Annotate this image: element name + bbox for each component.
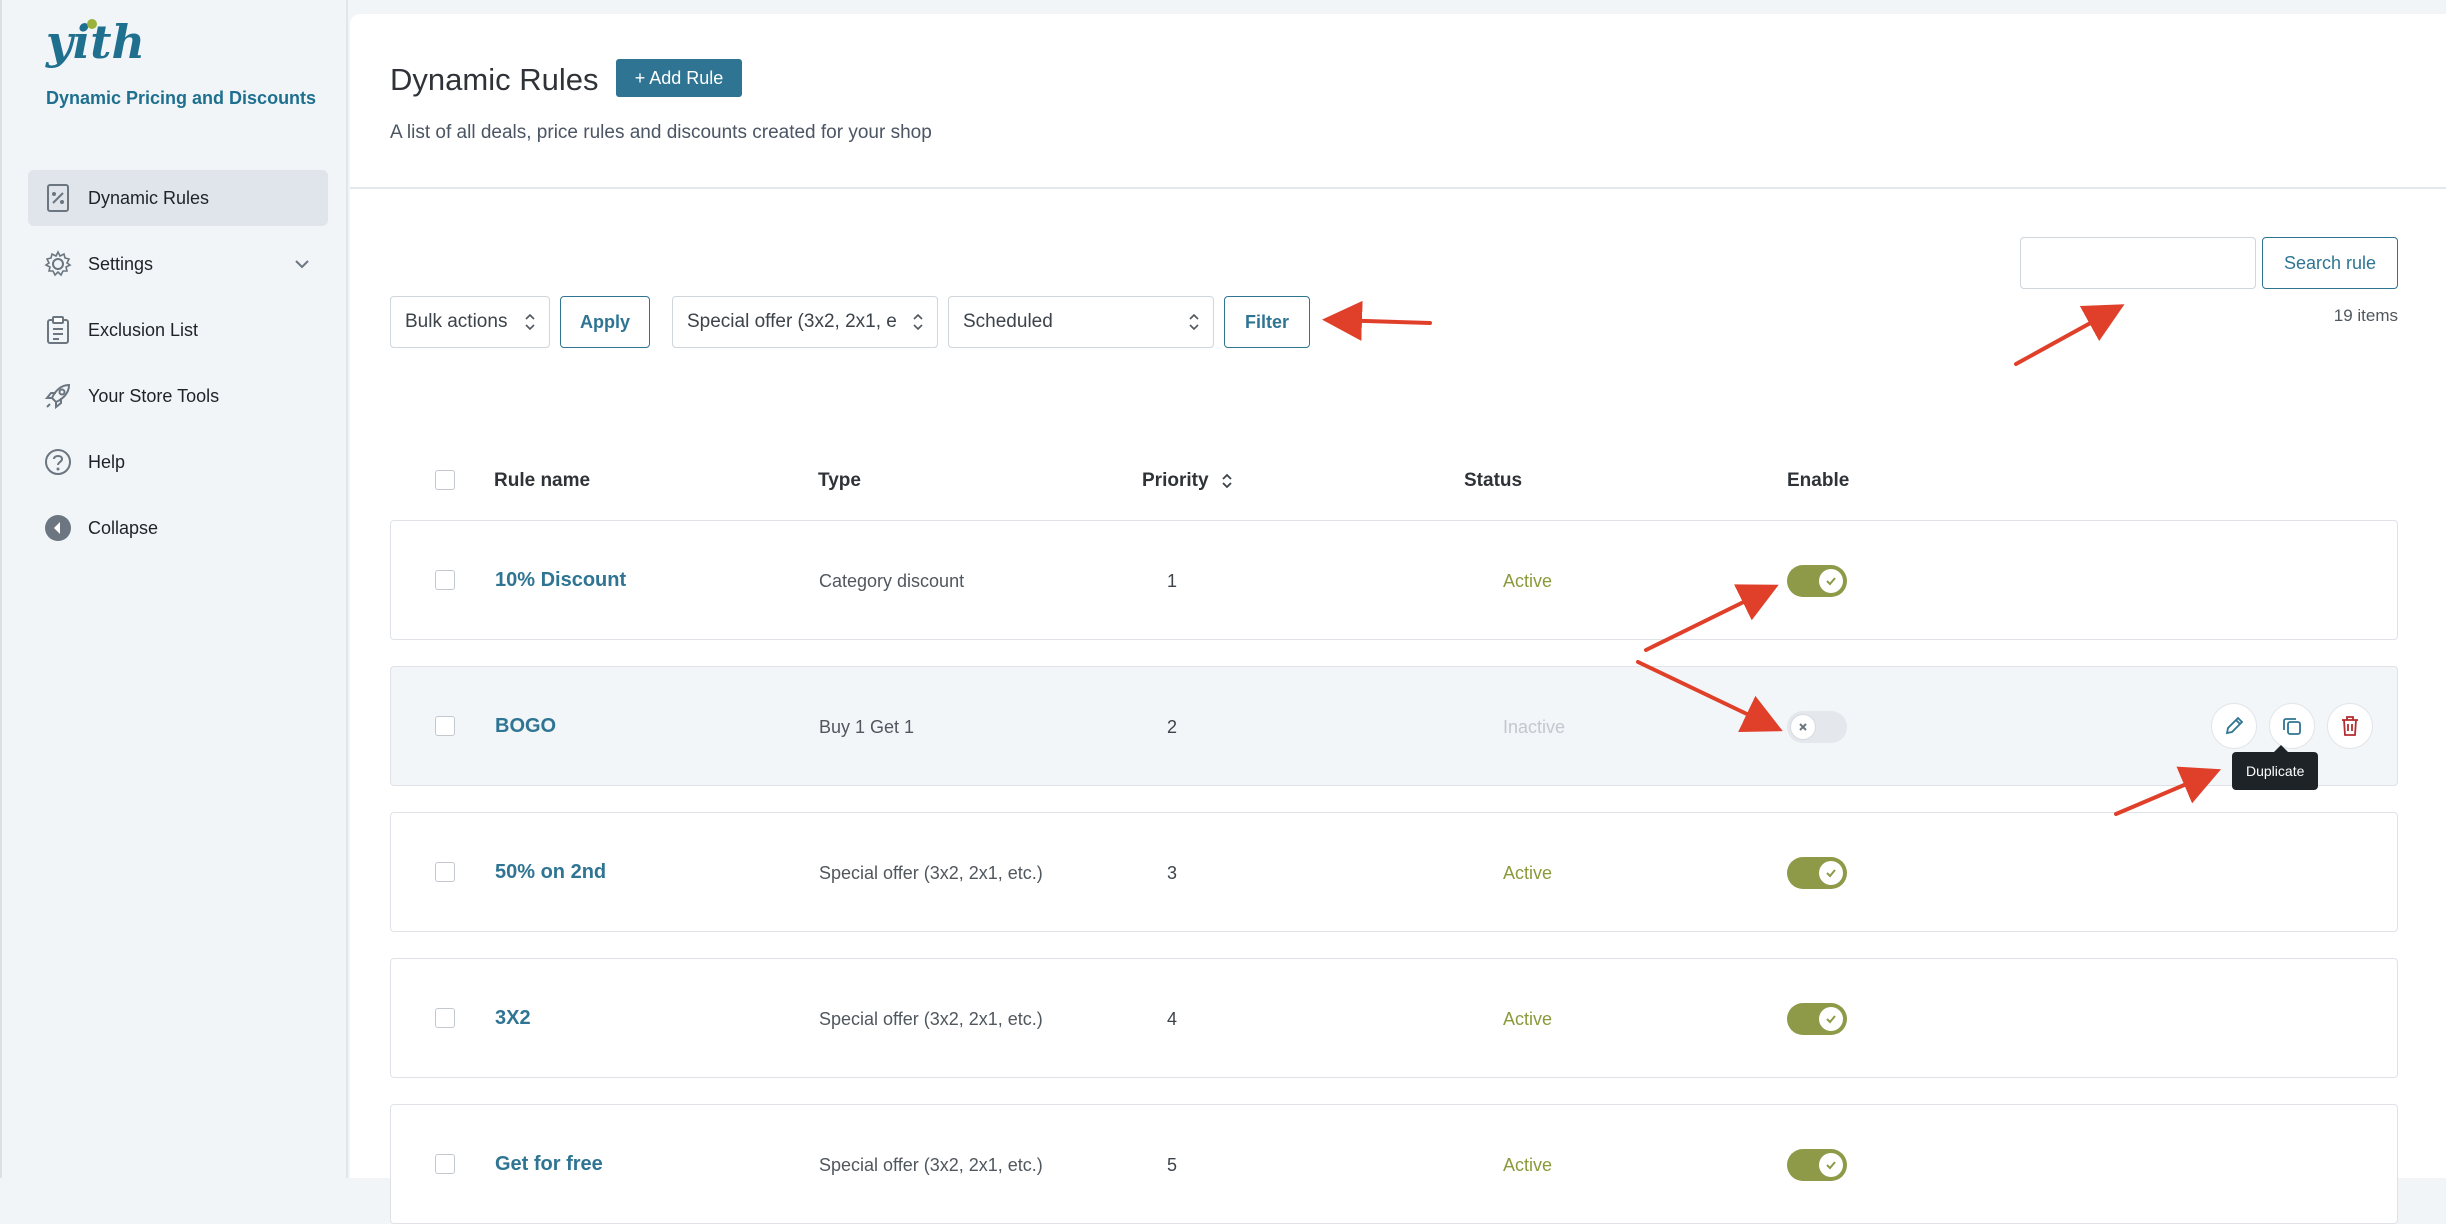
rule-name-link[interactable]: Get for free	[495, 1153, 603, 1176]
table-row[interactable]: 3X2 Special offer (3x2, 2x1, etc.) 4 Act…	[390, 958, 2398, 1078]
sidebar-item-label: Exclusion List	[88, 319, 199, 340]
column-header-rule-name: Rule name	[494, 470, 591, 491]
column-header-enable: Enable	[1787, 470, 1850, 491]
filter-button[interactable]: Filter	[1224, 296, 1310, 348]
sidebar-item-exclusion-list[interactable]: Exclusion List	[28, 302, 328, 358]
sidebar-item-settings[interactable]: Settings	[28, 236, 328, 292]
sidebar-item-label: Settings	[88, 253, 154, 274]
sidebar-item-label: Help	[88, 451, 126, 472]
collapse-icon	[42, 512, 74, 544]
rule-priority: 5	[1167, 1155, 1178, 1175]
pencil-icon	[2225, 716, 2244, 735]
sidebar-item-collapse[interactable]: Collapse	[28, 500, 328, 556]
select-all-checkbox[interactable]	[435, 470, 455, 490]
apply-button[interactable]: Apply	[560, 296, 650, 348]
select-arrows-icon	[911, 311, 925, 333]
enable-toggle[interactable]	[1787, 1149, 1847, 1181]
bulk-actions-select[interactable]: Bulk actions	[390, 296, 550, 348]
rule-name-link[interactable]: BOGO	[495, 715, 556, 738]
enable-toggle[interactable]	[1787, 711, 1847, 743]
column-header-status: Status	[1464, 470, 1523, 491]
sidebar-item-dynamic-rules[interactable]: Dynamic Rules	[28, 170, 328, 226]
enable-toggle[interactable]	[1787, 857, 1847, 889]
items-count: 19 items	[2333, 306, 2398, 325]
table-row[interactable]: 50% on 2nd Special offer (3x2, 2x1, etc.…	[390, 812, 2398, 932]
duplicate-tooltip: Duplicate	[2232, 745, 2319, 790]
sidebar-item-label: Collapse	[88, 517, 159, 538]
row-checkbox[interactable]	[435, 862, 455, 882]
edit-button[interactable]	[2211, 703, 2257, 749]
main-panel: Dynamic Rules + Add Rule A list of all d…	[350, 14, 2446, 1224]
duplicate-icon	[2283, 718, 2301, 735]
enable-toggle[interactable]	[1787, 565, 1847, 597]
duplicate-button[interactable]	[2269, 703, 2315, 749]
select-arrows-icon	[1189, 313, 1199, 331]
search-rule-button[interactable]: Search rule	[2262, 237, 2398, 289]
column-header-priority[interactable]: Priority	[1142, 470, 1234, 492]
table-row[interactable]: Get for free Special offer (3x2, 2x1, et…	[390, 1104, 2398, 1224]
clipboard-icon	[42, 314, 74, 346]
rule-type: Category discount	[819, 571, 965, 591]
rule-name-link[interactable]: 10% Discount	[495, 569, 626, 592]
yith-logo: yith	[45, 15, 142, 69]
rule-name-link[interactable]: 50% on 2nd	[495, 861, 606, 884]
rule-priority: 1	[1167, 571, 1178, 591]
trash-icon	[2342, 716, 2358, 736]
row-checkbox[interactable]	[435, 570, 455, 590]
rule-priority: 2	[1167, 717, 1178, 737]
column-header-type: Type	[818, 470, 861, 491]
status-badge: Active	[1503, 1009, 1553, 1029]
status-filter-value: Scheduled	[963, 311, 1053, 332]
chevron-down-icon[interactable]	[292, 254, 312, 274]
sidebar-item-help[interactable]: Help	[28, 434, 328, 490]
status-badge: Active	[1503, 571, 1553, 591]
rule-priority: 4	[1167, 1009, 1178, 1029]
rule-type: Special offer (3x2, 2x1, etc.)	[819, 863, 1043, 883]
table-row[interactable]: 10% Discount Category discount 1 Active	[390, 520, 2398, 640]
discount-tag-icon	[42, 182, 74, 214]
status-badge: Active	[1503, 863, 1553, 883]
type-filter-value: Special offer (3x2, 2x1, e	[687, 311, 897, 332]
add-rule-button[interactable]: + Add Rule	[616, 59, 742, 97]
check-icon	[1819, 1153, 1843, 1177]
rule-type: Special offer (3x2, 2x1, etc.)	[819, 1155, 1043, 1175]
column-header-label: Priority	[1142, 470, 1209, 491]
row-checkbox[interactable]	[435, 1008, 455, 1028]
sort-icon[interactable]	[1220, 472, 1234, 490]
check-icon	[1819, 861, 1843, 885]
rule-type: Special offer (3x2, 2x1, etc.)	[819, 1009, 1043, 1029]
table-row[interactable]: BOGO Buy 1 Get 1 2 Inactive	[390, 666, 2398, 786]
x-icon	[1791, 715, 1815, 739]
type-filter-select[interactable]: Special offer (3x2, 2x1, e	[672, 296, 938, 348]
row-checkbox[interactable]	[435, 1154, 455, 1174]
rule-name-link[interactable]: 3X2	[495, 1007, 531, 1030]
page-description: A list of all deals, price rules and dis…	[390, 122, 932, 143]
check-icon	[1819, 1007, 1843, 1031]
status-badge: Active	[1503, 1155, 1553, 1175]
select-arrows-icon	[525, 313, 535, 331]
status-badge: Inactive	[1503, 717, 1566, 737]
status-filter-select[interactable]: Scheduled	[948, 296, 1214, 348]
sidebar: yith Dynamic Pricing and Discounts Dynam…	[2, 0, 348, 1178]
sidebar-nav: Dynamic Rules Settings Exclusion List Yo…	[28, 170, 328, 566]
rule-priority: 3	[1167, 863, 1178, 883]
delete-button[interactable]	[2327, 703, 2373, 749]
sidebar-item-label: Your Store Tools	[88, 385, 220, 406]
row-checkbox[interactable]	[435, 716, 455, 736]
rule-type: Buy 1 Get 1	[819, 717, 915, 737]
gear-icon	[42, 248, 74, 280]
enable-toggle[interactable]	[1787, 1003, 1847, 1035]
help-icon	[42, 446, 74, 478]
search-input[interactable]	[2020, 237, 2256, 289]
sidebar-item-label: Dynamic Rules	[88, 187, 210, 208]
page-title: Dynamic Rules	[390, 62, 599, 97]
header-divider	[350, 187, 2446, 189]
check-icon	[1819, 569, 1843, 593]
rocket-icon	[42, 380, 74, 412]
bulk-actions-value: Bulk actions	[405, 311, 508, 332]
brand-name: Dynamic Pricing and Discounts	[46, 88, 317, 108]
sidebar-item-store-tools[interactable]: Your Store Tools	[28, 368, 328, 424]
